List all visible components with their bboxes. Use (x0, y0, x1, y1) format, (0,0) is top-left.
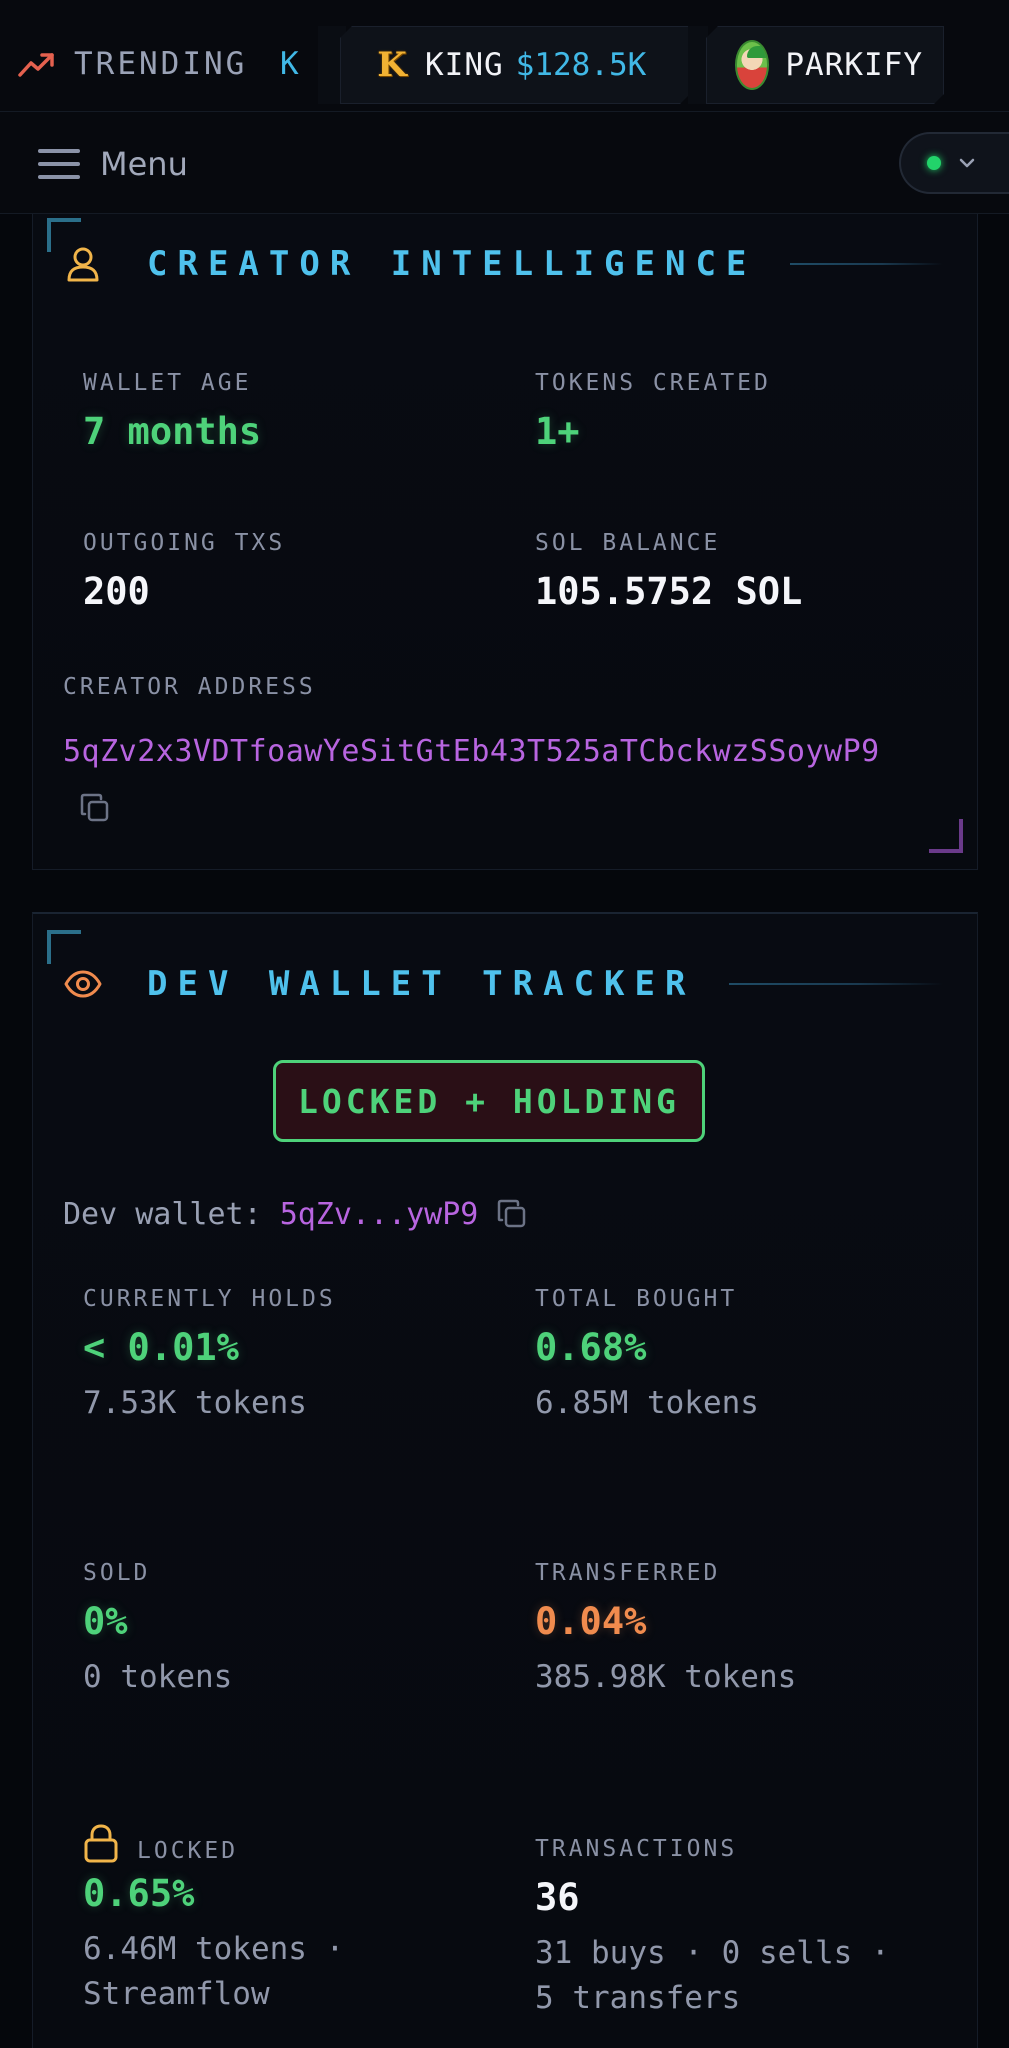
status-badge: LOCKED + HOLDING (273, 1060, 705, 1142)
trending-up-icon (18, 53, 54, 77)
panel-title: CREATOR INTELLIGENCE (147, 244, 757, 284)
parkify-avatar-icon (735, 40, 769, 90)
tokens-created-stat: TOKENS CREATED 1+ (535, 370, 771, 453)
connection-status-dropdown[interactable] (899, 132, 1009, 194)
ticker-symbol: PARKIFY (785, 47, 923, 83)
creator-address[interactable]: 5qZv2x3VDTfoawYeSitGtEb43T525aTCbckwzSSo… (63, 734, 880, 769)
stat-label: TRANSFERRED (535, 1560, 721, 1586)
panel-header: DEV WALLET TRACKER (63, 954, 943, 1014)
ticker-symbol: KING (425, 47, 504, 83)
stat-sub-line: 5 transfers (535, 1980, 741, 2016)
outgoing-txs-stat: OUTGOING TXS 200 (83, 530, 285, 613)
stat-label: OUTGOING TXS (83, 530, 286, 556)
locked-stat: LOCKED 0.65% 6.46M tokens · Streamflow (83, 1824, 344, 2017)
stat-value: 1+ (535, 410, 580, 453)
stat-value: 105.5752 SOL (535, 570, 803, 613)
stat-sub: 6.85M tokens (535, 1385, 759, 1421)
stat-sub: 385.98K tokens (535, 1659, 797, 1695)
total-bought-stat: TOTAL BOUGHT 0.68% 6.85M tokens (535, 1286, 759, 1426)
dev-wallet-row: Dev wallet: 5qZv...ywP9 (63, 1192, 528, 1236)
copy-icon[interactable] (496, 1198, 528, 1230)
stat-label: TOKENS CREATED (535, 370, 771, 396)
transferred-stat: TRANSFERRED 0.04% 385.98K tokens (535, 1560, 796, 1700)
lock-icon (84, 1824, 118, 1863)
stat-value: 36 (535, 1876, 580, 1919)
transactions-stat: TRANSACTIONS 36 31 buys · 0 sells · 5 tr… (535, 1836, 890, 2021)
ticker-partial-symbol[interactable]: K (280, 44, 318, 84)
stat-label: TOTAL BOUGHT (535, 1286, 738, 1312)
trending-label: TRENDING (18, 44, 247, 84)
sol-balance-stat: SOL BALANCE 105.5752 SOL (535, 530, 802, 613)
dev-wallet-address[interactable]: 5qZv...ywP9 (280, 1197, 479, 1232)
eye-icon (64, 970, 102, 998)
stat-sub-line: Streamflow (83, 1976, 270, 2012)
status-dot-icon (927, 156, 941, 170)
stat-value: 7 months (83, 410, 262, 453)
creator-intelligence-panel: CREATOR INTELLIGENCE WALLET AGE 7 months… (32, 214, 978, 870)
panel-title: DEV WALLET TRACKER (147, 964, 696, 1004)
stat-label: LOCKED (83, 1824, 344, 1864)
stat-sub-line: 6.46M tokens · (83, 1931, 345, 1967)
stat-label: SOL BALANCE (535, 530, 721, 556)
header-rule (790, 263, 943, 265)
copy-icon[interactable] (79, 792, 111, 824)
stat-sub: 0 tokens (83, 1659, 233, 1695)
dev-wallet-label: Dev wallet: (63, 1196, 262, 1232)
stat-label: CURRENTLY HOLDS (83, 1286, 336, 1312)
stat-sub: 6.46M tokens · Streamflow (83, 1927, 344, 2017)
stat-value: 0.68% (535, 1326, 647, 1369)
stat-value: 0.65% (83, 1872, 195, 1915)
menu-bar: Menu (0, 112, 1009, 214)
trending-text: TRENDING (74, 46, 248, 82)
stat-value: 0.04% (535, 1600, 647, 1643)
trending-ticker: TRENDING K K KING $128.5K PARKIFY (0, 0, 1009, 112)
stat-sub: 31 buys · 0 sells · 5 transfers (535, 1931, 890, 2021)
ticker-item-king[interactable]: K KING $128.5K (340, 26, 690, 104)
header-rule (729, 983, 943, 985)
user-icon (67, 247, 99, 282)
dev-wallet-tracker-panel: DEV WALLET TRACKER LOCKED + HOLDING Dev … (32, 912, 978, 2048)
stat-value: 0% (83, 1600, 128, 1643)
stat-label: TRANSACTIONS (535, 1836, 738, 1862)
stat-label: SOLD (83, 1560, 151, 1586)
ticker-price: $128.5K (515, 47, 647, 83)
locked-label: LOCKED (137, 1838, 239, 1864)
ticker-item-parkify[interactable]: PARKIFY (706, 26, 944, 104)
creator-address-section: CREATOR ADDRESS (63, 674, 316, 700)
currently-holds-stat: CURRENTLY HOLDS < 0.01% 7.53K tokens (83, 1286, 336, 1426)
panel-header: CREATOR INTELLIGENCE (63, 234, 943, 294)
chip-divider (688, 26, 708, 104)
menu-button[interactable]: Menu (38, 142, 188, 186)
wallet-age-stat: WALLET AGE 7 months (83, 370, 261, 453)
stat-value: < 0.01% (83, 1326, 239, 1369)
stat-sub-line: 31 buys · 0 sells · (535, 1935, 890, 1971)
menu-label: Menu (100, 145, 188, 183)
corner-accent (929, 819, 963, 853)
stat-label: WALLET AGE (83, 370, 252, 396)
stat-sub: 7.53K tokens (83, 1385, 307, 1421)
menu-icon (38, 149, 80, 179)
chevron-down-icon (959, 158, 975, 168)
sold-stat: SOLD 0% 0 tokens (83, 1560, 232, 1700)
stat-value: 200 (83, 570, 150, 613)
king-logo-icon: K (377, 45, 407, 85)
stat-label: CREATOR ADDRESS (63, 674, 316, 700)
